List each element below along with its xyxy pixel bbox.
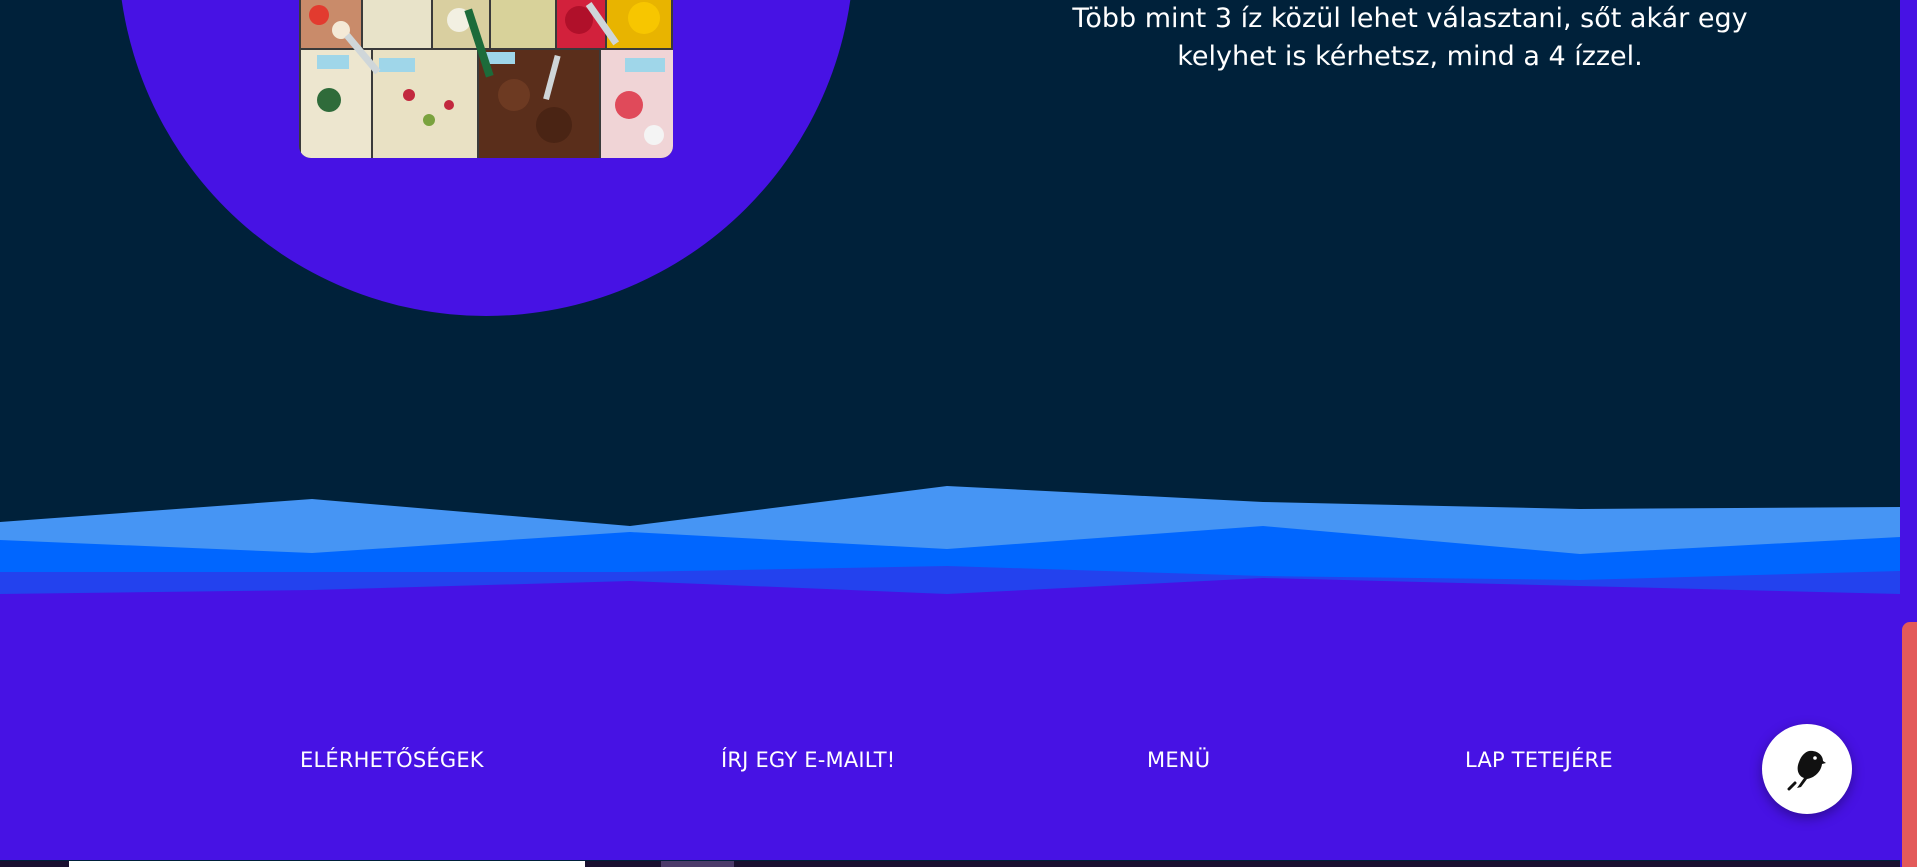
bottom-strip-segment xyxy=(69,861,585,867)
intro-paragraph: Több mint 3 íz közül lehet választani, s… xyxy=(1072,3,1748,72)
bottom-strip-segment xyxy=(661,861,734,867)
bird-icon xyxy=(1787,750,1826,791)
gelato-section: Több mint 3 íz közül lehet választani, s… xyxy=(0,0,1900,520)
footer-link-write-email[interactable]: ÍRJ EGY E-MAILT! xyxy=(721,748,895,772)
footer-link-back-to-top[interactable]: LAP TETEJÉRE xyxy=(1465,748,1613,772)
wave-divider xyxy=(0,486,1900,640)
chat-widget-button[interactable] xyxy=(1762,724,1852,814)
footer: ELÉRHETŐSÉGEK ÍRJ EGY E-MAILT! MENÜ LAP … xyxy=(0,630,1900,860)
footer-link-contacts[interactable]: ELÉRHETŐSÉGEK xyxy=(300,748,484,772)
page: Több mint 3 íz közül lehet választani, s… xyxy=(0,0,1917,867)
footer-link-menu[interactable]: MENÜ xyxy=(1147,748,1210,772)
scrollbar-thumb[interactable] xyxy=(1902,622,1917,867)
gelato-display-photo xyxy=(299,0,673,158)
